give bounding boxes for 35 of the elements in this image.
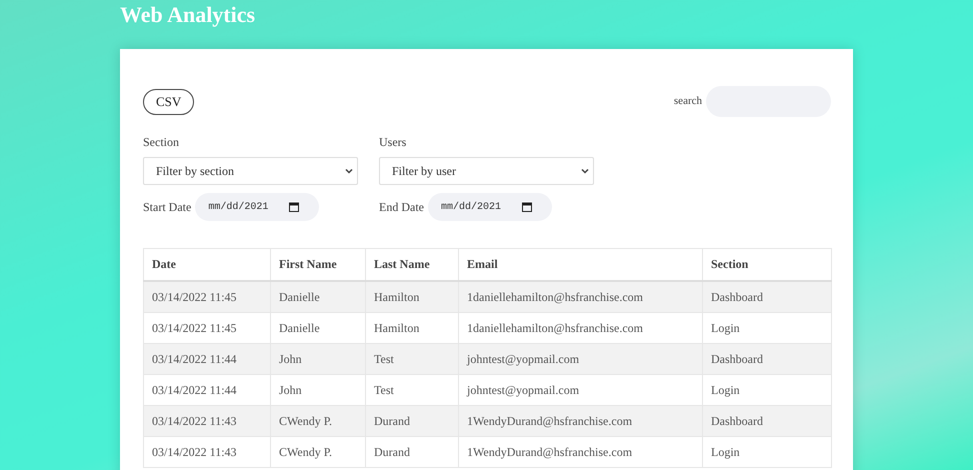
table-cell: Login bbox=[702, 436, 832, 468]
search-label: search bbox=[674, 95, 702, 107]
calendar-icon bbox=[289, 202, 300, 212]
table-cell: 1daniellehamilton@hsfranchise.com bbox=[458, 281, 702, 312]
calendar-icon bbox=[522, 202, 532, 212]
table-cell: Dashboard bbox=[702, 344, 832, 374]
table-cell: Hamilton bbox=[366, 281, 458, 312]
users-select[interactable]: Filter by user bbox=[379, 157, 594, 185]
table-cell: johntest@yopmail.com bbox=[458, 344, 702, 374]
table-cell: 03/14/2022 11:43 bbox=[144, 436, 270, 468]
table-cell: Dashboard bbox=[702, 406, 832, 436]
csv-button[interactable]: CSV bbox=[143, 89, 194, 115]
table-cell: CWendy P. bbox=[270, 406, 366, 436]
section-select[interactable]: Filter by section bbox=[143, 157, 358, 185]
start-date-field[interactable]: mm/dd/2021 bbox=[195, 193, 320, 221]
end-date-field[interactable]: mm/dd/2021 bbox=[428, 193, 552, 221]
table-cell: Durand bbox=[366, 436, 458, 468]
table-cell: 03/14/2022 11:43 bbox=[144, 406, 270, 436]
table-cell: Durand bbox=[366, 406, 458, 436]
start-date-label: Start Date bbox=[143, 200, 192, 214]
page-title: Web Analytics bbox=[120, 1, 256, 29]
table-cell: John bbox=[270, 344, 366, 374]
chevron-icon bbox=[345, 168, 353, 174]
table-cell: 03/14/2022 11:45 bbox=[144, 281, 270, 312]
table-cell: 1WendyDurand@hsfranchise.com bbox=[458, 436, 702, 468]
chevron-icon bbox=[581, 168, 589, 174]
table-cell: Test bbox=[366, 344, 458, 374]
table-cell: Danielle bbox=[270, 281, 366, 312]
table-cell: 03/14/2022 11:44 bbox=[144, 344, 270, 374]
section-label: Section bbox=[143, 135, 179, 149]
table-cell: CWendy P. bbox=[270, 436, 366, 468]
table-cell: 1WendyDurand@hsfranchise.com bbox=[458, 406, 702, 436]
users-label: Users bbox=[379, 135, 406, 149]
end-date-label: End Date bbox=[379, 200, 424, 214]
table-cell: Dashboard bbox=[702, 281, 832, 312]
